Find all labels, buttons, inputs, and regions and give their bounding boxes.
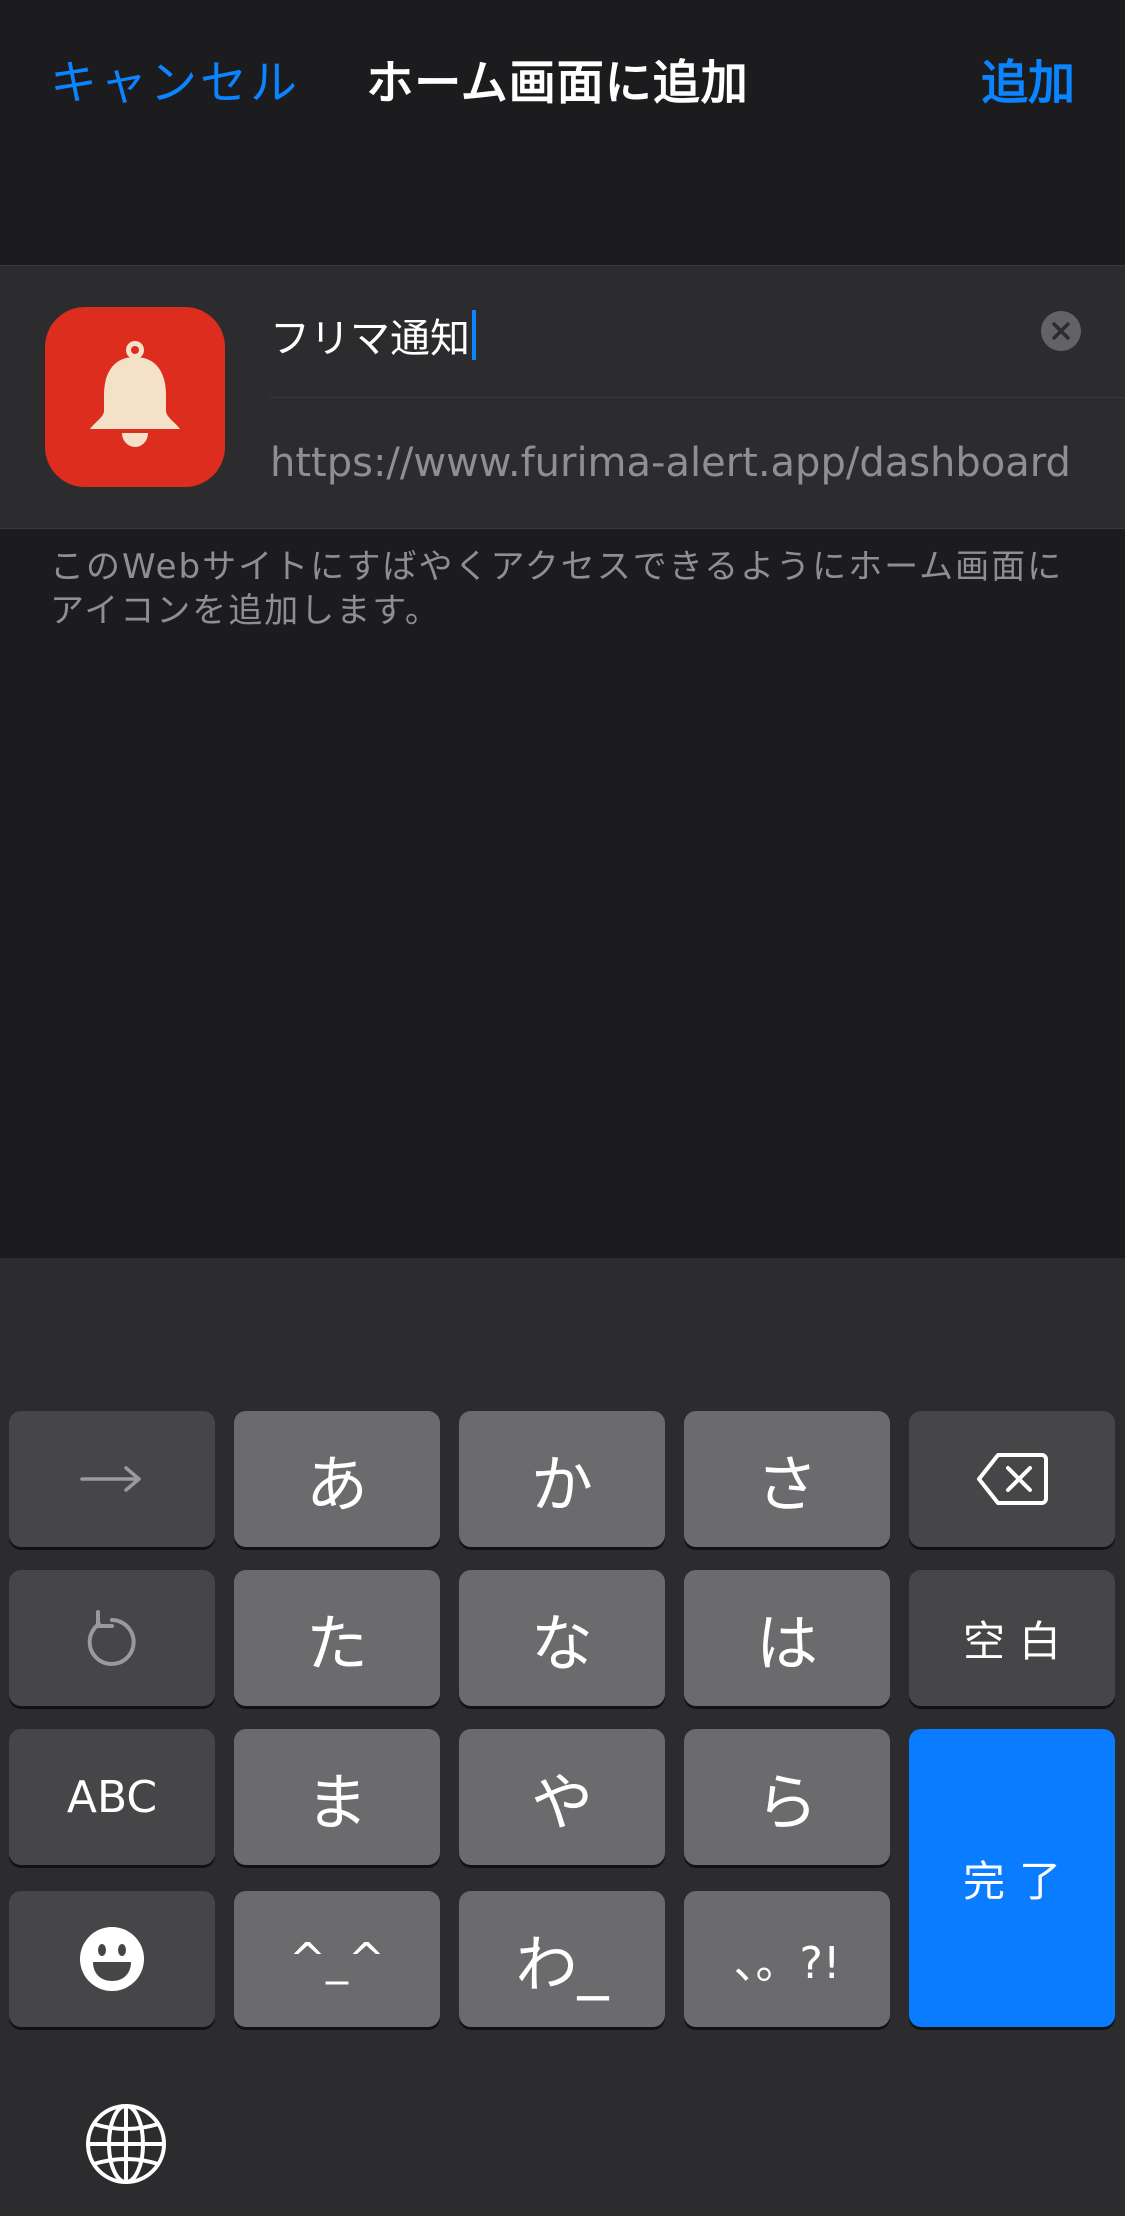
- kaomoji-key[interactable]: ^_^: [234, 1891, 440, 2027]
- key-wa[interactable]: わ_: [459, 1891, 665, 2027]
- abc-key-label: ABC: [66, 1771, 158, 1823]
- key-sa[interactable]: さ: [684, 1411, 890, 1547]
- text-caret: [472, 310, 476, 360]
- done-key[interactable]: 完了: [909, 1729, 1115, 2027]
- close-icon: [1052, 322, 1070, 340]
- backspace-key[interactable]: [909, 1411, 1115, 1547]
- bookmark-form: フリマ通知 https://www.furima-alert.app/dashb…: [0, 265, 1125, 529]
- key-na[interactable]: な: [459, 1570, 665, 1706]
- clear-text-button[interactable]: [1041, 311, 1081, 351]
- globe-icon: [86, 2104, 166, 2184]
- undo-key[interactable]: [9, 1570, 215, 1706]
- emoji-key[interactable]: [9, 1891, 215, 2027]
- name-text: フリマ通知: [270, 316, 470, 362]
- add-button[interactable]: 追加: [981, 44, 1075, 113]
- key-a[interactable]: あ: [234, 1411, 440, 1547]
- url-field: https://www.furima-alert.app/dashboard: [270, 398, 1125, 530]
- undo-icon: [87, 1610, 136, 1666]
- globe-button[interactable]: [84, 2102, 168, 2186]
- page-title: ホーム画面に追加: [0, 44, 1125, 113]
- key-ta[interactable]: た: [234, 1570, 440, 1706]
- app-icon-preview: [45, 307, 225, 487]
- abc-key[interactable]: ABC: [9, 1729, 215, 1865]
- name-field-value[interactable]: フリマ通知: [270, 306, 476, 364]
- nav-bar: キャンセル ホーム画面に追加 追加: [0, 0, 1125, 150]
- name-field[interactable]: フリマ通知: [270, 266, 1125, 398]
- key-ra[interactable]: ら: [684, 1729, 890, 1865]
- space-key-label: 空白: [962, 1616, 1075, 1666]
- add-to-home-screen: キャンセル ホーム画面に追加 追加 フリマ通知 https://www.furi…: [0, 0, 1125, 2216]
- key-ya[interactable]: や: [459, 1729, 665, 1865]
- backspace-icon: [977, 1453, 1048, 1505]
- bell-icon: [90, 341, 180, 447]
- url-text: https://www.furima-alert.app/dashboard: [270, 440, 1071, 486]
- space-key[interactable]: 空白: [909, 1570, 1115, 1706]
- emoji-icon: [80, 1927, 144, 1991]
- punctuation-key-label: 、。?!: [733, 1938, 841, 1989]
- punctuation-key[interactable]: 、。?!: [684, 1891, 890, 2027]
- key-ma[interactable]: ま: [234, 1729, 440, 1865]
- key-ha[interactable]: は: [684, 1570, 890, 1706]
- done-key-label: 完了: [962, 1856, 1075, 1906]
- description-note: このWebサイトにすばやくアクセスできるようにホーム画面にアイコンを追加します。: [50, 547, 1064, 631]
- kaomoji-key-label: ^_^: [289, 1933, 385, 1985]
- key-ka[interactable]: か: [459, 1411, 665, 1547]
- arrow-right-icon: [80, 1466, 141, 1492]
- key-arrow[interactable]: [9, 1411, 215, 1547]
- page-title-text: ホーム画面に追加: [366, 56, 749, 111]
